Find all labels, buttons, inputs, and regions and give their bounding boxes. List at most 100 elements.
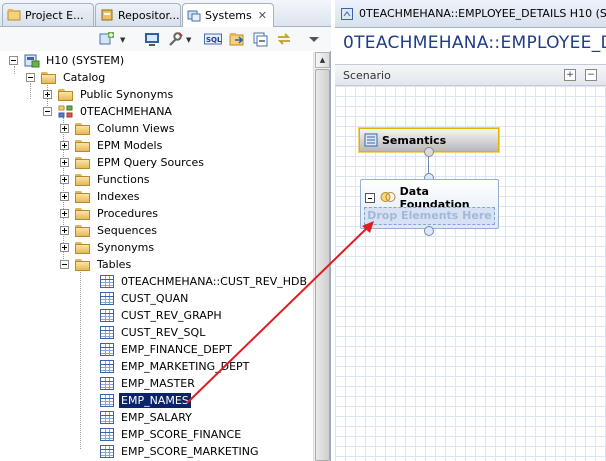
table-label: EMP_SALARY [121, 411, 192, 424]
expand-icon[interactable] [60, 158, 69, 167]
table-label: CUST_QUAN [121, 292, 189, 305]
close-icon[interactable]: ✕ [258, 9, 267, 22]
tab-repositories[interactable]: Repositor... [95, 3, 181, 26]
scroll-up-arrow-icon[interactable]: ▲ [315, 52, 330, 68]
table-label: EMP_MARKETING_DEPT [121, 360, 250, 373]
tab-systems[interactable]: Systems ✕ [182, 3, 274, 27]
tree-node-functions[interactable]: Functions [60, 171, 152, 188]
tree-node-epm-models[interactable]: EPM Models [60, 137, 164, 154]
systems-icon [187, 9, 201, 23]
table-icon [100, 360, 114, 373]
semantics-icon [364, 133, 378, 147]
table-node[interactable]: CUST_QUAN [100, 290, 190, 307]
tab-project-explorer[interactable]: Project E... [2, 3, 94, 26]
expand-icon[interactable] [60, 141, 69, 150]
view-toolbar: ▼ ▼ SQL [0, 27, 331, 51]
table-node-selected[interactable]: EMP_NAMES [100, 392, 191, 409]
public-synonyms-label: Public Synonyms [80, 88, 174, 101]
collapse-all-icon[interactable] [252, 31, 268, 47]
table-icon [100, 377, 114, 390]
tree-node-epm-query-sources[interactable]: EPM Query Sources [60, 154, 206, 171]
expand-icon[interactable] [60, 175, 69, 184]
table-node[interactable]: EMP_MASTER [100, 375, 197, 392]
tools-icon[interactable] [167, 31, 183, 47]
dropdown-arrow-icon[interactable]: ▼ [186, 36, 191, 44]
editor-tab[interactable]: 0TEACHMEHANA::EMPLOYEE_DETAILS H10 (SYST… [335, 0, 606, 28]
console-icon[interactable] [144, 31, 160, 47]
bottom-port-icon[interactable] [424, 226, 434, 236]
tree-node-catalog[interactable]: Catalog [26, 69, 107, 86]
tree-node-indexes[interactable]: Indexes [60, 188, 141, 205]
system-label: H10 (SYSTEM) [46, 54, 125, 67]
folder-label: Functions [97, 173, 150, 186]
expand-icon[interactable] [60, 209, 69, 218]
catalog-label: Catalog [63, 71, 106, 84]
tab-label: Project E... [25, 8, 84, 22]
folder-icon [75, 156, 91, 169]
table-node[interactable]: CUST_REV_GRAPH [100, 307, 224, 324]
folder-label: EPM Query Sources [97, 156, 205, 169]
expand-all-icon[interactable]: + [564, 69, 576, 81]
systems-tree: H10 (SYSTEM) Catalog Public Synonyms 0TE… [0, 52, 313, 461]
join-icon [380, 191, 396, 206]
folder-label: Procedures [97, 207, 158, 220]
table-node[interactable]: EMP_FINANCE_DEPT [100, 341, 234, 358]
table-label: EMP_NAMES [119, 393, 191, 408]
expand-icon[interactable] [60, 192, 69, 201]
table-label: EMP_SCORE_FINANCE [121, 428, 242, 441]
add-system-icon[interactable] [99, 31, 115, 47]
table-node[interactable]: CUST_REV_SQL [100, 324, 207, 341]
tree-node-procedures[interactable]: Procedures [60, 205, 160, 222]
data-foundation-node[interactable]: Data Foundation Drop Elements Here [360, 179, 499, 229]
tab-label: Repositor... [118, 8, 180, 22]
table-icon [100, 428, 114, 441]
folder-icon [75, 241, 91, 254]
expand-icon[interactable] [60, 226, 69, 235]
sql-icon[interactable]: SQL [204, 31, 222, 47]
tree-node-system[interactable]: H10 (SYSTEM) [9, 52, 126, 69]
table-node[interactable]: EMP_SALARY [100, 409, 194, 426]
expand-icon[interactable] [60, 124, 69, 133]
table-icon [100, 292, 114, 305]
scenario-canvas[interactable]: Semantics Data Foundation Drop Elements … [335, 86, 606, 461]
collapse-icon[interactable] [43, 107, 52, 116]
tree-node-sequences[interactable]: Sequences [60, 222, 159, 239]
table-node[interactable]: EMP_SCORE_FINANCE [100, 426, 243, 443]
table-icon [100, 326, 114, 339]
table-icon [100, 343, 114, 356]
semantics-label: Semantics [382, 133, 447, 147]
open-folder-icon[interactable] [229, 31, 245, 47]
expand-icon[interactable] [60, 243, 69, 252]
project-explorer-icon [7, 8, 21, 22]
table-label: EMP_SCORE_MARKETING [121, 445, 259, 458]
editor-panel: 0TEACHMEHANA::EMPLOYEE_DETAILS H10 (SYST… [335, 0, 606, 461]
tree-node-schema[interactable]: 0TEACHMEHANA [43, 103, 174, 120]
scrollbar-thumb[interactable] [315, 69, 330, 461]
collapse-icon[interactable] [60, 260, 69, 269]
collapse-icon[interactable] [365, 193, 375, 203]
table-node[interactable]: EMP_MARKETING_DEPT [100, 358, 251, 375]
tree-node-synonyms[interactable]: Synonyms [60, 239, 156, 256]
drop-elements-area[interactable]: Drop Elements Here [364, 207, 495, 225]
expand-icon[interactable] [43, 90, 52, 99]
view-menu-icon[interactable] [306, 31, 322, 47]
table-icon [100, 309, 114, 322]
collapse-icon[interactable] [9, 56, 18, 65]
collapse-icon[interactable] [26, 73, 35, 82]
editor-heading: 0TEACHMEHANA::EMPLOYEE_DETAILS [343, 33, 606, 53]
tree-node-tables[interactable]: Tables [60, 256, 133, 273]
table-node[interactable]: EMP_SCORE_MARKETING [100, 443, 261, 460]
tree-node-public-synonyms[interactable]: Public Synonyms [43, 86, 175, 103]
link-editor-icon[interactable] [276, 31, 292, 47]
table-node[interactable]: 0TEACHMEHANA::CUST_REV_HDB [100, 273, 309, 290]
tree-node-column-views[interactable]: Column Views [60, 120, 176, 137]
collapse-all-icon[interactable]: − [585, 69, 597, 81]
output-port-icon[interactable] [424, 147, 434, 157]
systems-view-panel: Project E... Repositor... Systems ✕ ▼ ▼ [0, 0, 331, 461]
table-label: EMP_MASTER [121, 377, 195, 390]
table-label: CUST_REV_GRAPH [121, 309, 222, 322]
folder-icon [41, 71, 57, 84]
folder-label: Indexes [97, 190, 140, 203]
dropdown-arrow-icon[interactable]: ▼ [120, 36, 125, 44]
vertical-scrollbar[interactable]: ▲ [313, 52, 330, 461]
